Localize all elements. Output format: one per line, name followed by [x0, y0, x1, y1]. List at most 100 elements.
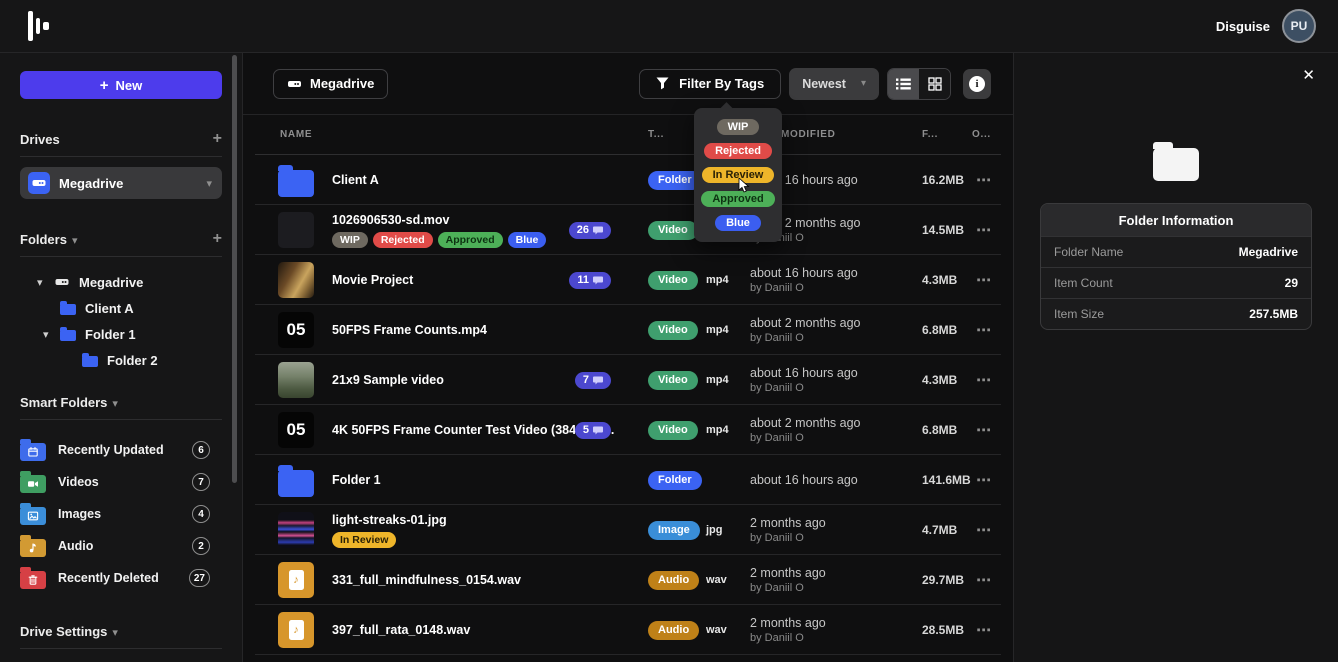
breadcrumb-megadrive-button[interactable]: Megadrive — [273, 69, 388, 99]
sidebar-item-recently-updated[interactable]: Recently Updated6 — [20, 434, 222, 466]
file-name: 397_full_rata_0148.wav — [332, 623, 470, 637]
file-name: Movie Project — [332, 273, 413, 287]
tree-item-label: Client A — [85, 301, 134, 316]
table-row[interactable]: Client AFolderabout 16 hours ago16.2MB⋯ — [243, 155, 1013, 205]
user-avatar[interactable]: PU — [1282, 9, 1316, 43]
drive-settings-label[interactable]: Drive Settings▾ — [20, 624, 118, 639]
file-name-cell: 4K 50FPS Frame Counter Test Video (3840x… — [332, 405, 574, 455]
add-folder-button[interactable]: + — [213, 231, 222, 247]
file-name: 21x9 Sample video — [332, 373, 444, 387]
chevron-down-icon: ▾ — [861, 78, 866, 89]
sidebar-tree-item-client-a[interactable]: Client A — [20, 295, 222, 321]
sidebar-tree-item-megadrive[interactable]: ▾Megadrive — [20, 269, 222, 295]
type-badge-video: Video — [648, 421, 698, 440]
modified-date: 2 months ago — [750, 516, 826, 530]
drive-icon — [287, 78, 302, 90]
comments-cell: 26 — [569, 205, 611, 255]
add-drive-button[interactable]: + — [213, 131, 222, 147]
grid-view-button[interactable] — [919, 69, 950, 99]
modified-cell: about 16 hours agoby Daniil O — [750, 355, 858, 405]
speech-bubble-icon — [593, 226, 603, 235]
sidebar-tree-item-folder-2[interactable]: Folder 2 — [20, 347, 222, 373]
list-view-button[interactable] — [888, 69, 919, 99]
new-button[interactable]: + New — [20, 71, 222, 99]
file-thumbnail — [278, 505, 314, 555]
file-thumbnail: ♪ — [278, 605, 314, 655]
video-thumbnail: 05 — [278, 312, 314, 348]
info-button[interactable]: i — [963, 69, 991, 99]
modified-by: by Daniil O — [750, 532, 804, 544]
more-options-button[interactable]: ⋯ — [976, 555, 992, 605]
comment-count-badge[interactable]: 11 — [569, 272, 611, 289]
comment-count: 26 — [577, 224, 589, 236]
file-extension: wav — [706, 605, 727, 655]
table-row[interactable]: 054K 50FPS Frame Counter Test Video (384… — [243, 405, 1013, 455]
item-count-badge: 27 — [189, 569, 210, 587]
sidebar: + New Drives + Megadrive ▾ Folders▾ + ▾M… — [0, 53, 243, 662]
more-options-button[interactable]: ⋯ — [976, 605, 992, 655]
item-count-badge: 6 — [192, 441, 210, 459]
table-row[interactable]: light-streaks-01.jpgIn ReviewImagejpg2 m… — [243, 505, 1013, 555]
file-extension: mp4 — [706, 405, 729, 455]
table-row[interactable]: ♪397_full_rata_0148.wavAudiowav2 months … — [243, 605, 1013, 655]
sidebar-item-audio[interactable]: Audio2 — [20, 530, 222, 562]
more-options-button[interactable]: ⋯ — [976, 505, 992, 555]
tag-option-blue[interactable]: Blue — [715, 215, 761, 231]
table-row[interactable]: Movie Project11Videomp4about 16 hours ag… — [243, 255, 1013, 305]
type-cell: Video — [648, 205, 698, 255]
column-header-type: T... — [648, 129, 664, 140]
more-options-button[interactable]: ⋯ — [976, 255, 992, 305]
type-badge-video: Video — [648, 371, 698, 390]
sidebar-scrollbar[interactable] — [232, 55, 237, 483]
sidebar-item-recently-deleted[interactable]: Recently Deleted27 — [20, 562, 222, 594]
info-row-item-count: Item Count29 — [1041, 267, 1311, 298]
modified-cell: about 2 months agoby Daniil O — [750, 305, 861, 355]
folder-tree: ▾Megadrive Client A ▾Folder 1 Folder 2 — [20, 269, 222, 373]
sidebar-item-images[interactable]: Images4 — [20, 498, 222, 530]
more-options-button[interactable]: ⋯ — [976, 205, 992, 255]
audio-file-icon: ♪ — [278, 612, 314, 648]
table-row[interactable]: Folder 1Folderabout 16 hours ago141.6MB⋯ — [243, 455, 1013, 505]
close-icon[interactable]: ✕ — [1302, 66, 1315, 84]
comment-count-badge[interactable]: 26 — [569, 222, 611, 239]
type-badge-video: Video — [648, 321, 698, 340]
tree-item-label: Folder 2 — [107, 353, 158, 368]
comment-count: 5 — [583, 424, 589, 436]
top-bar: Disguise PU — [0, 0, 1338, 53]
file-tags: WIPRejectedApprovedBlue — [332, 232, 546, 248]
more-options-button[interactable]: ⋯ — [976, 455, 992, 505]
file-size: 141.6MB — [922, 455, 971, 505]
sort-newest-dropdown[interactable]: Newest ▾ — [789, 68, 879, 100]
more-options-button[interactable]: ⋯ — [976, 155, 992, 205]
tag-badge-blue: Blue — [508, 232, 547, 248]
audio-file-icon: ♪ — [278, 562, 314, 598]
tag-option-rejected[interactable]: Rejected — [704, 143, 772, 159]
more-options-button[interactable]: ⋯ — [976, 355, 992, 405]
tag-option-wip[interactable]: WIP — [717, 119, 760, 135]
file-name-cell: 397_full_rata_0148.wav — [332, 605, 470, 655]
filter-by-tags-button[interactable]: Filter By Tags — [639, 69, 781, 99]
more-options-button[interactable]: ⋯ — [976, 305, 992, 355]
table-row[interactable]: 0550FPS Frame Counts.mp4Videomp4about 2 … — [243, 305, 1013, 355]
type-cell: Audio — [648, 555, 699, 605]
modified-date: about 16 hours ago — [750, 366, 858, 380]
table-row[interactable]: ♪331_full_mindfulness_0154.wavAudiowav2 … — [243, 555, 1013, 605]
sidebar-item-videos[interactable]: Videos7 — [20, 466, 222, 498]
chevron-down-icon: ▾ — [43, 328, 49, 341]
sidebar-tree-item-folder-1[interactable]: ▾Folder 1 — [20, 321, 222, 347]
speech-bubble-icon — [593, 426, 603, 435]
info-label: Item Count — [1054, 276, 1113, 290]
info-label: Item Size — [1054, 307, 1104, 321]
modified-date: 2 months ago — [750, 616, 826, 630]
sidebar-item-megadrive[interactable]: Megadrive ▾ — [20, 167, 222, 199]
table-row[interactable]: 21x9 Sample video7Videomp4about 16 hours… — [243, 355, 1013, 405]
table-row[interactable]: 1026906530-sd.movWIPRejectedApprovedBlue… — [243, 205, 1013, 255]
calendar-folder-icon — [20, 443, 46, 461]
more-options-button[interactable]: ⋯ — [976, 405, 992, 455]
comment-count-badge[interactable]: 7 — [575, 372, 611, 389]
comment-count-badge[interactable]: 5 — [575, 422, 611, 439]
type-badge-video: Video — [648, 221, 698, 240]
type-cell: Image — [648, 505, 700, 555]
folder-information-title: Folder Information — [1041, 204, 1311, 236]
tag-badge-approved: Approved — [438, 232, 503, 248]
